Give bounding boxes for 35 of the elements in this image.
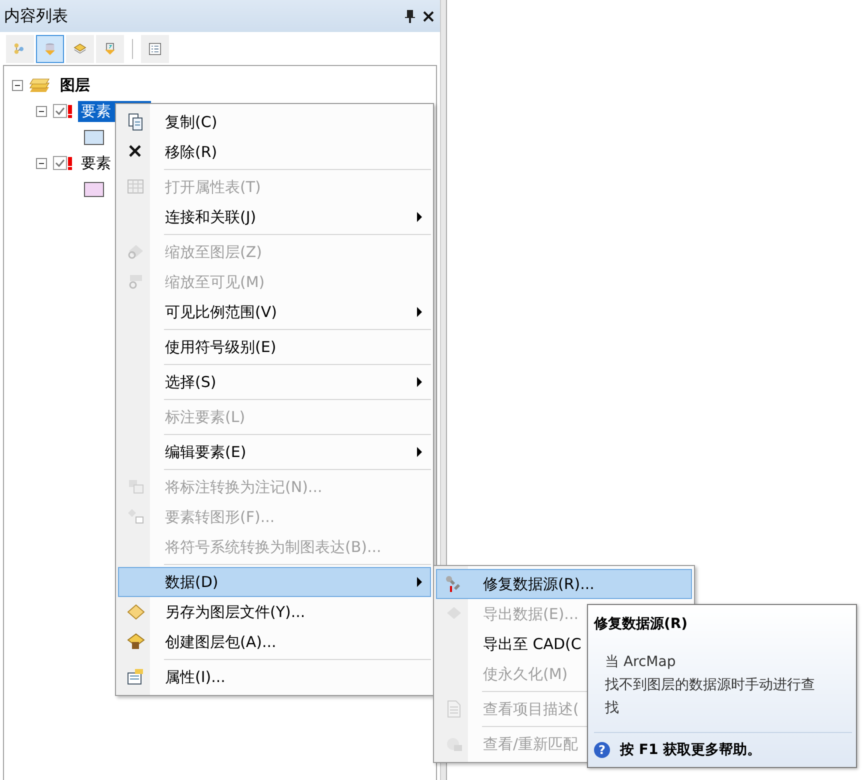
menu-item[interactable]: 创建图层包(A)... — [118, 627, 431, 657]
diamond-icon — [127, 603, 145, 621]
menu-item[interactable]: 使用符号级别(E) — [118, 332, 431, 362]
menu-item[interactable]: 数据(D) — [118, 567, 431, 597]
close-icon[interactable] — [423, 10, 434, 22]
pin-icon[interactable] — [405, 10, 415, 22]
layers-icon — [29, 77, 51, 93]
menu-item[interactable]: 移除(R) — [118, 137, 431, 167]
expand-toggle[interactable] — [36, 158, 47, 168]
help-hint: 按 F1 获取更多帮助。 — [620, 741, 762, 759]
package-icon — [127, 633, 145, 651]
database-button[interactable] — [36, 34, 64, 62]
layer-checkbox[interactable] — [53, 104, 67, 118]
help-icon: ? — [594, 742, 610, 758]
tooltip-title: 修复数据源(R) — [594, 615, 689, 633]
expand-toggle[interactable] — [12, 80, 23, 90]
layer-checkbox[interactable] — [53, 156, 67, 170]
menu-item[interactable]: 可见比例范围(V) — [118, 297, 431, 327]
menu-item[interactable]: 另存为图层文件(Y)... — [118, 597, 431, 627]
panel-title: 内容列表 — [4, 6, 69, 26]
options-button[interactable] — [141, 34, 169, 62]
table-icon — [127, 178, 145, 196]
menu-item[interactable]: 属性(I)... — [118, 662, 431, 692]
menu-item[interactable]: 连接和关联(J) — [118, 202, 431, 232]
layers-button[interactable] — [66, 34, 94, 62]
menu-item[interactable]: 修复数据源(R)... — [436, 569, 692, 599]
tooltip-text: 当 ArcMap 找不到图层的数据源时手动进行查找 — [604, 653, 815, 718]
layer-group-label[interactable]: 图层 — [57, 74, 93, 96]
layer-label[interactable]: 要素 — [78, 152, 114, 174]
menu-item[interactable]: 选择(S) — [118, 367, 431, 397]
document-icon — [445, 700, 463, 718]
properties-icon — [127, 668, 145, 686]
copy-icon — [127, 113, 145, 131]
expand-toggle[interactable] — [36, 106, 47, 116]
menu-item[interactable]: 编辑要素(E) — [118, 437, 431, 467]
